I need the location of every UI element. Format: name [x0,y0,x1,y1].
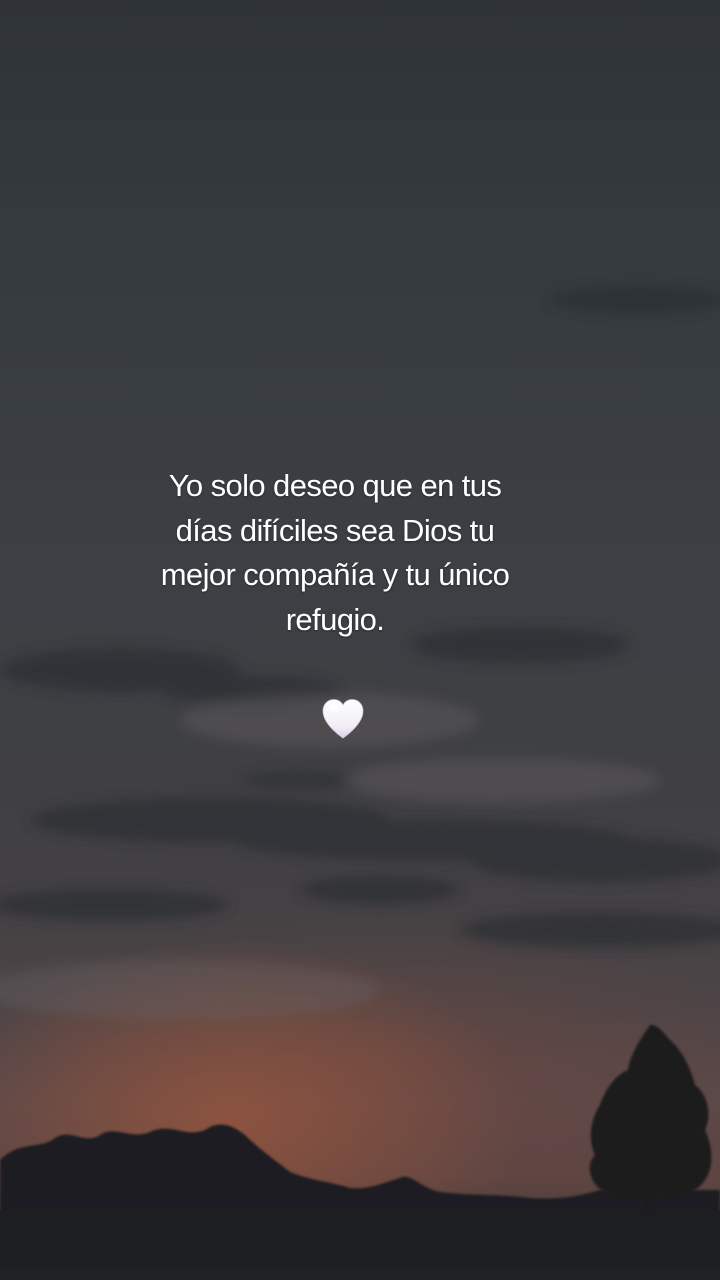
caption-line: mejor compañía y tu único [160,557,510,592]
story-screen: Yo solo deseo que en tus días difíciles … [0,0,720,1280]
bottom-edge-bar [0,1268,720,1280]
white-heart-icon [322,699,364,739]
caption-line: días difíciles sea Dios tu [175,512,495,548]
tall-tree-silhouette [589,1024,712,1220]
caption-line: Yo solo deseo que en tus [168,468,502,503]
caption-text: Yo solo deseo que en tus días difíciles … [100,464,570,642]
caption-line: refugio. [285,601,385,637]
